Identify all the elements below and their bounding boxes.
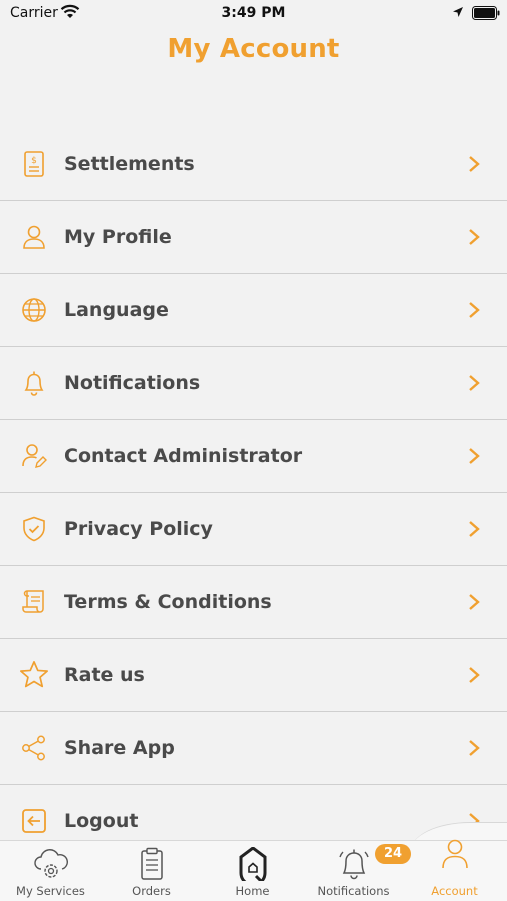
menu-label: Rate us: [64, 664, 145, 686]
logout-icon: [22, 809, 46, 833]
chevron-right-icon: [469, 594, 480, 610]
chevron-right-icon: [469, 740, 480, 756]
svg-text:$: $: [31, 156, 37, 166]
menu-label: Language: [64, 299, 169, 321]
menu-item-contact-administrator[interactable]: Contact Administrator: [0, 420, 507, 493]
menu-item-my-profile[interactable]: My Profile: [0, 201, 507, 274]
tab-orders[interactable]: Orders: [101, 841, 202, 901]
menu-item-terms-conditions[interactable]: Terms & Conditions: [0, 566, 507, 639]
tab-label: Account: [431, 884, 478, 898]
tab-home[interactable]: Home: [202, 841, 303, 901]
home-q-icon: [239, 847, 267, 881]
chevron-right-icon: [469, 156, 480, 172]
page-title: My Account: [167, 34, 340, 64]
menu-item-share-app[interactable]: Share App: [0, 712, 507, 785]
tab-account[interactable]: Account: [404, 839, 505, 901]
star-icon: [20, 661, 48, 688]
tab-label: Orders: [132, 884, 171, 898]
bell-icon: [339, 849, 369, 880]
tab-bar: My Services Orders Home 24 Notifications: [0, 839, 507, 901]
clipboard-icon: [141, 847, 163, 880]
menu-label: Privacy Policy: [64, 518, 213, 540]
tab-my-services[interactable]: My Services: [0, 841, 101, 901]
menu-label: Terms & Conditions: [64, 591, 272, 613]
cloud-gear-icon: [34, 849, 68, 878]
menu-item-language[interactable]: Language: [0, 274, 507, 347]
globe-icon: [22, 298, 46, 322]
account-menu: $ Settlements My Profile Language Notifi…: [0, 128, 507, 857]
contact-admin-icon: [22, 444, 47, 468]
location-arrow-icon: [453, 7, 463, 17]
menu-label: Contact Administrator: [64, 445, 303, 467]
menu-item-notifications[interactable]: Notifications: [0, 347, 507, 420]
scroll-icon: [22, 590, 44, 613]
settlements-icon: $: [24, 151, 44, 177]
chevron-right-icon: [469, 229, 480, 245]
chevron-right-icon: [469, 448, 480, 464]
chevron-right-icon: [469, 521, 480, 537]
bell-icon: [24, 371, 44, 396]
menu-label: My Profile: [64, 226, 172, 248]
chevron-right-icon: [469, 375, 480, 391]
menu-item-settlements[interactable]: $ Settlements: [0, 128, 507, 201]
tab-label: Notifications: [317, 884, 390, 898]
chevron-right-icon: [469, 667, 480, 683]
status-bar: Carrier 3:49 PM: [0, 0, 507, 28]
battery-icon: [472, 6, 500, 20]
menu-item-privacy-policy[interactable]: Privacy Policy: [0, 493, 507, 566]
tab-label: My Services: [16, 884, 85, 898]
status-time: 3:49 PM: [221, 5, 286, 21]
profile-icon: [23, 225, 45, 249]
tab-label: Home: [235, 884, 270, 898]
menu-item-rate-us[interactable]: Rate us: [0, 639, 507, 712]
shield-icon: [23, 516, 45, 542]
menu-label: Share App: [64, 737, 175, 759]
menu-label: Settlements: [64, 153, 195, 175]
chevron-right-icon: [469, 302, 480, 318]
menu-label: Notifications: [64, 372, 201, 394]
share-icon: [22, 735, 45, 761]
tab-notifications[interactable]: 24 Notifications: [303, 841, 411, 901]
user-icon: [442, 839, 468, 869]
